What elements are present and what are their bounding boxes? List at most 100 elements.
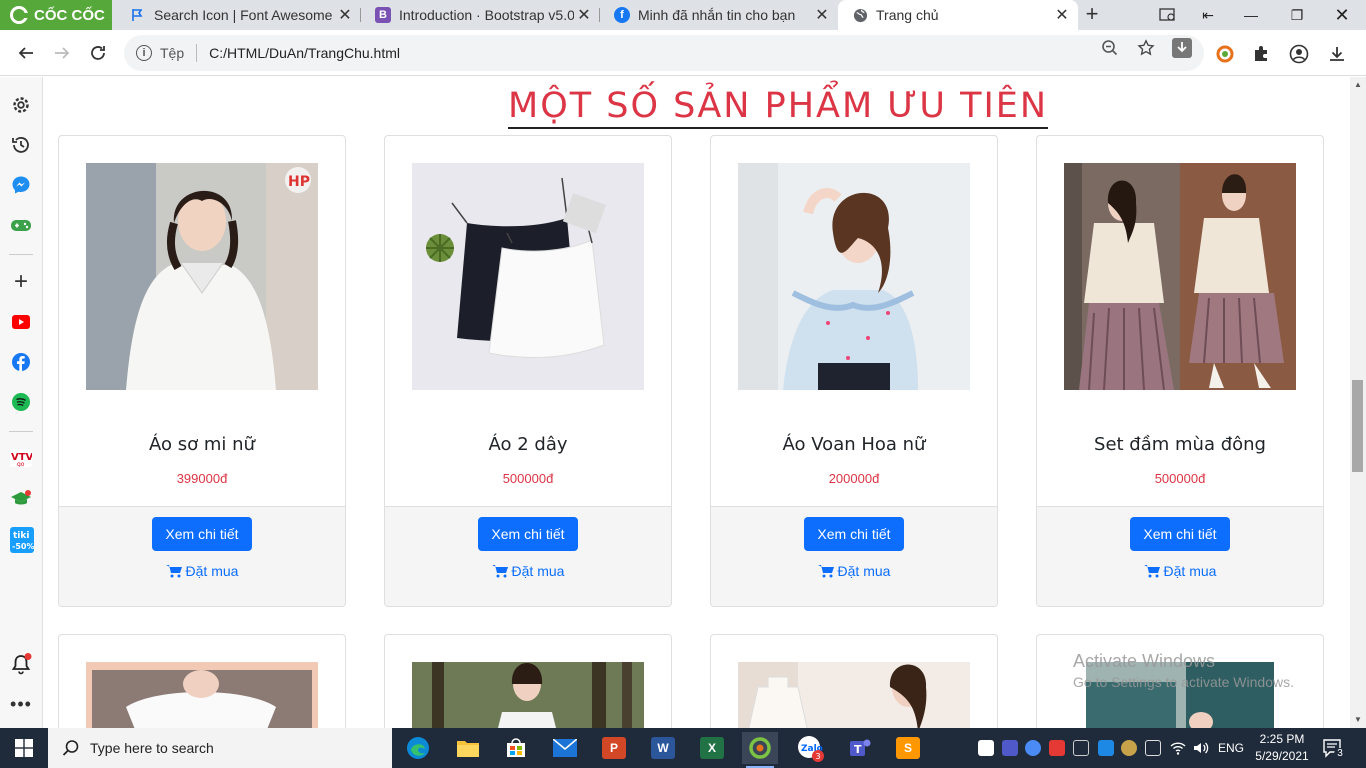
- tray-vpn-icon[interactable]: [1049, 740, 1065, 756]
- view-details-button[interactable]: Xem chi tiết: [1130, 517, 1230, 551]
- tiki-sale-icon[interactable]: tiki -50%: [10, 527, 34, 553]
- zalo-icon[interactable]: Zalo 3: [792, 732, 828, 764]
- product-name[interactable]: Áo sơ mi nữ: [59, 434, 345, 455]
- excel-icon[interactable]: X: [694, 732, 730, 764]
- scroll-thumb[interactable]: [1352, 380, 1363, 472]
- facebook-icon[interactable]: [10, 351, 32, 373]
- close-tab-icon[interactable]: ✕: [1052, 5, 1072, 25]
- system-clock[interactable]: 2:25 PM 5/29/2021: [1252, 731, 1312, 765]
- scroll-down-arrow-icon[interactable]: ▼: [1354, 715, 1362, 724]
- vertical-scrollbar[interactable]: ▲ ▼: [1350, 77, 1366, 728]
- brand-name: CỐC CỐC: [34, 6, 105, 24]
- edge-app-icon[interactable]: [400, 732, 436, 764]
- mail-icon[interactable]: [547, 732, 583, 764]
- coccoc-extension-icon[interactable]: [1214, 43, 1236, 65]
- sublime-text-icon[interactable]: S: [890, 732, 926, 764]
- scroll-up-arrow-icon[interactable]: ▲: [1354, 80, 1362, 89]
- facebook-icon: f: [614, 7, 630, 23]
- buy-link[interactable]: Đặt mua: [385, 563, 671, 579]
- new-tab-button[interactable]: +: [1080, 3, 1104, 27]
- buy-link[interactable]: Đặt mua: [711, 563, 997, 579]
- teams-icon[interactable]: T: [842, 732, 878, 764]
- back-button[interactable]: [12, 39, 40, 67]
- download-page-icon[interactable]: [1172, 38, 1192, 58]
- battery-icon[interactable]: [1145, 740, 1161, 756]
- downloads-icon[interactable]: [1326, 43, 1348, 65]
- reload-button[interactable]: [84, 39, 112, 67]
- tray-zalo-icon[interactable]: [978, 740, 994, 756]
- product-name[interactable]: Áo Voan Hoa nữ: [711, 434, 997, 455]
- tab-facebook[interactable]: f Minh đã nhắn tin cho bạn ✕: [600, 0, 838, 30]
- buy-link[interactable]: Đặt mua: [59, 563, 345, 579]
- powerpoint-icon[interactable]: P: [596, 732, 632, 764]
- product-card: Set đầm mùa đông 500000đ Xem chi tiết Đặ…: [1036, 135, 1324, 607]
- extensions-puzzle-icon[interactable]: [1250, 43, 1272, 65]
- buy-link[interactable]: Đặt mua: [1037, 563, 1323, 579]
- back-tabs-icon[interactable]: ⇤: [1186, 0, 1230, 30]
- product-image-floral-blouse[interactable]: [738, 163, 970, 390]
- wifi-icon[interactable]: [1170, 740, 1186, 756]
- start-button[interactable]: [0, 728, 48, 768]
- store-icon[interactable]: [498, 732, 534, 764]
- view-details-button[interactable]: Xem chi tiết: [478, 517, 578, 551]
- product-image-forest-outfit[interactable]: [412, 662, 644, 728]
- action-center-icon[interactable]: 3: [1322, 738, 1346, 760]
- add-sidebar-app-icon[interactable]: +: [10, 268, 32, 295]
- settings-gear-icon[interactable]: [10, 94, 32, 116]
- product-image-mannequin[interactable]: [738, 662, 970, 728]
- input-language[interactable]: ENG: [1218, 741, 1244, 755]
- product-price: 500000đ: [502, 471, 554, 486]
- close-tab-icon[interactable]: ✕: [574, 5, 594, 25]
- product-card: HP Áo sơ mi nữ 399000đ Xem chi tiết Đặt …: [58, 135, 346, 607]
- product-image-white-shirt[interactable]: HP: [86, 163, 318, 390]
- coccoc-menu-button[interactable]: CỐC CỐC: [0, 0, 112, 30]
- file-explorer-icon[interactable]: [450, 732, 486, 764]
- close-window-button[interactable]: ✕: [1320, 0, 1364, 30]
- education-cap-icon[interactable]: [10, 487, 32, 509]
- close-tab-icon[interactable]: ✕: [812, 5, 832, 25]
- product-name[interactable]: Set đầm mùa đông: [1037, 434, 1323, 455]
- bookmark-star-icon[interactable]: [1136, 38, 1156, 58]
- site-info-icon[interactable]: i: [136, 45, 152, 61]
- tab-font-awesome[interactable]: Search Icon | Font Awesome ✕: [116, 0, 361, 30]
- taskbar-search-box[interactable]: Type here to search: [48, 728, 392, 768]
- volume-icon[interactable]: [1193, 740, 1209, 756]
- tray-teams-icon[interactable]: [1002, 740, 1018, 756]
- card-footer: Xem chi tiết Đặt mua: [59, 506, 345, 606]
- url-text[interactable]: C:/HTML/DuAn/TrangChu.html: [209, 45, 400, 61]
- cart-icon: [165, 565, 182, 578]
- history-icon[interactable]: [10, 134, 32, 156]
- minimize-button[interactable]: —: [1229, 0, 1273, 30]
- tray-weather-icon[interactable]: [1121, 740, 1137, 756]
- product-image-winter-set[interactable]: [1064, 163, 1296, 390]
- coccoc-taskbar-icon[interactable]: [742, 732, 778, 768]
- file-scheme-label: Tệp: [160, 45, 185, 61]
- product-image-ruffle-top[interactable]: [86, 662, 318, 728]
- tab-trang-chu[interactable]: Trang chủ ✕: [838, 0, 1078, 30]
- product-image-camisole[interactable]: [412, 163, 644, 390]
- close-tab-icon[interactable]: ✕: [335, 5, 355, 25]
- word-icon[interactable]: W: [645, 732, 681, 764]
- messenger-icon[interactable]: [10, 174, 32, 196]
- view-details-button[interactable]: Xem chi tiết: [152, 517, 252, 551]
- profile-icon[interactable]: [1288, 43, 1310, 65]
- product-name[interactable]: Áo 2 dây: [385, 434, 671, 455]
- youtube-icon[interactable]: [10, 311, 32, 333]
- tray-app-icon[interactable]: [1098, 740, 1114, 756]
- vtv-go-icon[interactable]: VTV go: [10, 447, 32, 469]
- more-options-icon[interactable]: •••: [10, 693, 32, 715]
- spotify-icon[interactable]: [10, 391, 32, 413]
- maximize-button[interactable]: ❐: [1275, 0, 1319, 30]
- notification-bell-icon[interactable]: [10, 653, 32, 675]
- search-tabs-icon[interactable]: [1146, 0, 1190, 30]
- tray-network-off-icon[interactable]: [1073, 740, 1089, 756]
- forward-button[interactable]: [48, 39, 76, 67]
- zoom-out-icon[interactable]: [1100, 38, 1120, 58]
- buy-label: Đặt mua: [837, 563, 891, 579]
- view-details-button[interactable]: Xem chi tiết: [804, 517, 904, 551]
- gamepad-icon[interactable]: [10, 214, 32, 236]
- tab-bootstrap[interactable]: B Introduction · Bootstrap v5.0 ✕: [361, 0, 600, 30]
- card-footer: Xem chi tiết Đặt mua: [385, 506, 671, 606]
- tray-browser-icon[interactable]: [1025, 740, 1041, 756]
- address-bar[interactable]: i Tệp C:/HTML/DuAn/TrangChu.html: [124, 35, 1204, 71]
